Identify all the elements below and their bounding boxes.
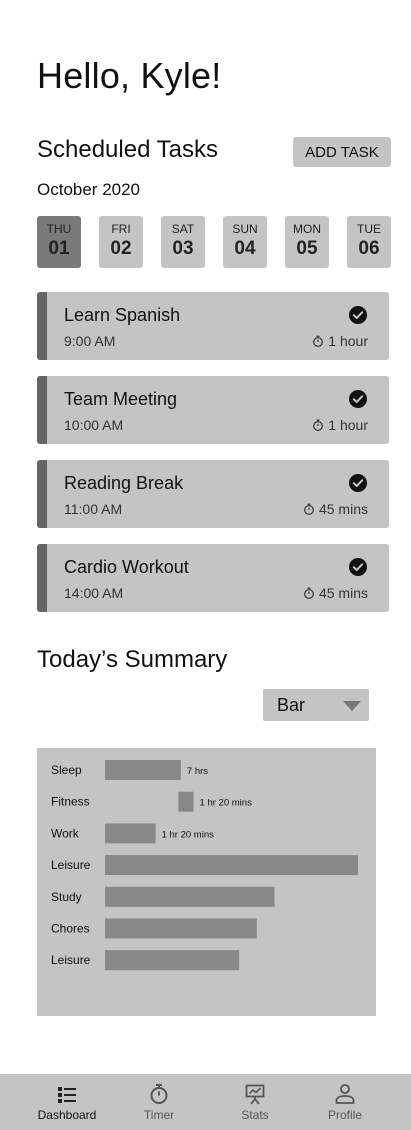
nav-label: Timer xyxy=(143,1108,175,1122)
day-number: 01 xyxy=(48,238,70,259)
chart-type-select[interactable]: Bar xyxy=(263,689,369,721)
stopwatch-icon xyxy=(304,587,314,599)
bar-value-label: 7 hrs xyxy=(187,766,208,777)
stopwatch-icon xyxy=(304,503,314,515)
task-name: Cardio Workout xyxy=(64,557,189,577)
caret-down-icon xyxy=(343,701,361,711)
task-card[interactable]: Reading Break 11:00 AM 45 mins xyxy=(37,460,389,528)
task-accent-bar xyxy=(37,292,47,360)
task-duration-text: 45 mins xyxy=(318,585,368,601)
greeting-heading: Hello, Kyle! xyxy=(37,55,222,96)
task-duration: 1 hour xyxy=(312,417,368,433)
check-circle-icon[interactable] xyxy=(349,390,367,408)
bottom-nav: Dashboard Timer Stats Profile xyxy=(0,1074,411,1130)
category-label: Leisure xyxy=(51,858,91,872)
task-name: Learn Spanish xyxy=(64,305,181,325)
day-of-week: TUE xyxy=(357,222,381,236)
task-card[interactable]: Learn Spanish 9:00 AM 1 hour xyxy=(37,292,389,360)
task-duration: 45 mins xyxy=(303,501,368,517)
day-chip-mon[interactable]: MON 05 xyxy=(285,216,329,268)
add-task-button[interactable]: ADD TASK xyxy=(293,137,391,167)
bar xyxy=(178,791,194,812)
task-name: Reading Break xyxy=(64,473,184,493)
bar xyxy=(105,886,275,907)
nav-label: Dashboard xyxy=(37,1108,97,1122)
task-time: 11:00 AM xyxy=(64,501,123,517)
nav-item-stats[interactable]: Stats xyxy=(215,1074,295,1130)
chart-type-value: Bar xyxy=(277,695,306,715)
summary-bar-chart: Sleep 7 hrs Fitness 1 hr 20 mins Work 1 hr 20… xyxy=(37,748,376,1016)
bar xyxy=(105,760,181,780)
stopwatch-icon xyxy=(150,1084,168,1104)
check-circle-icon[interactable] xyxy=(349,474,367,492)
presentation-chart-icon xyxy=(245,1084,265,1105)
category-label: Leisure xyxy=(51,953,91,967)
task-accent-bar xyxy=(37,460,47,528)
bar xyxy=(105,855,358,876)
task-accent-bar xyxy=(37,544,47,612)
nav-label: Profile xyxy=(327,1108,362,1122)
category-label: Chores xyxy=(51,922,90,936)
day-of-week: SAT xyxy=(171,222,195,236)
bar xyxy=(105,950,240,971)
todays-summary-title: Today’s Summary xyxy=(37,646,228,673)
month-label: October 2020 xyxy=(37,180,141,199)
scheduled-tasks-title: Scheduled Tasks xyxy=(37,136,219,163)
day-chip-thu[interactable]: THU 01 xyxy=(37,216,81,268)
task-card[interactable]: Team Meeting 10:00 AM 1 hour xyxy=(37,376,389,444)
day-chip-sat[interactable]: SAT 03 xyxy=(161,216,205,268)
nav-item-profile[interactable]: Profile xyxy=(305,1074,385,1130)
task-time: 10:00 AM xyxy=(64,417,124,433)
stopwatch-icon xyxy=(313,335,324,347)
day-picker: THU 01 FRI 02 SAT 03 SUN 04 MON 05 TUE 0… xyxy=(37,216,391,268)
category-label: Fitness xyxy=(51,795,90,809)
task-duration-text: 1 hour xyxy=(328,417,368,433)
day-of-week: MON xyxy=(293,222,321,236)
day-number: 05 xyxy=(296,238,318,259)
day-number: 03 xyxy=(172,238,194,259)
task-duration: 45 mins xyxy=(303,585,368,601)
day-of-week: FRI xyxy=(111,222,131,236)
task-time: 9:00 AM xyxy=(64,333,116,349)
task-time: 14:00 AM xyxy=(64,585,124,601)
task-name: Team Meeting xyxy=(64,389,178,409)
day-number: 04 xyxy=(234,238,256,259)
task-duration: 1 hour xyxy=(312,333,368,349)
day-of-week: THU xyxy=(46,222,72,236)
day-chip-tue[interactable]: TUE 06 xyxy=(347,216,391,268)
category-label: Study xyxy=(51,890,82,904)
day-chip-sun[interactable]: SUN 04 xyxy=(223,216,267,268)
person-icon xyxy=(335,1084,355,1104)
bar-value-label: 1 hr 20 mins xyxy=(200,798,253,809)
task-accent-bar xyxy=(37,376,47,444)
day-number: 02 xyxy=(110,238,132,259)
nav-label: Stats xyxy=(241,1108,269,1122)
category-label: Work xyxy=(51,826,80,840)
check-circle-icon[interactable] xyxy=(349,558,367,576)
nav-item-dashboard[interactable]: Dashboard xyxy=(27,1074,107,1130)
task-card[interactable]: Cardio Workout 14:00 AM 45 mins xyxy=(37,544,389,612)
bar xyxy=(105,918,257,939)
list-icon xyxy=(58,1087,76,1103)
task-duration-text: 1 hour xyxy=(328,333,368,349)
stopwatch-icon xyxy=(313,419,324,431)
bar xyxy=(105,823,156,844)
nav-item-timer[interactable]: Timer xyxy=(119,1074,199,1130)
check-circle-icon[interactable] xyxy=(349,306,367,324)
day-number: 06 xyxy=(358,238,380,259)
day-of-week: SUN xyxy=(232,222,258,236)
category-label: Sleep xyxy=(51,763,82,777)
bar-value-label: 1 hr 20 mins xyxy=(162,829,215,840)
day-chip-fri[interactable]: FRI 02 xyxy=(99,216,143,268)
task-duration-text: 45 mins xyxy=(318,501,368,517)
